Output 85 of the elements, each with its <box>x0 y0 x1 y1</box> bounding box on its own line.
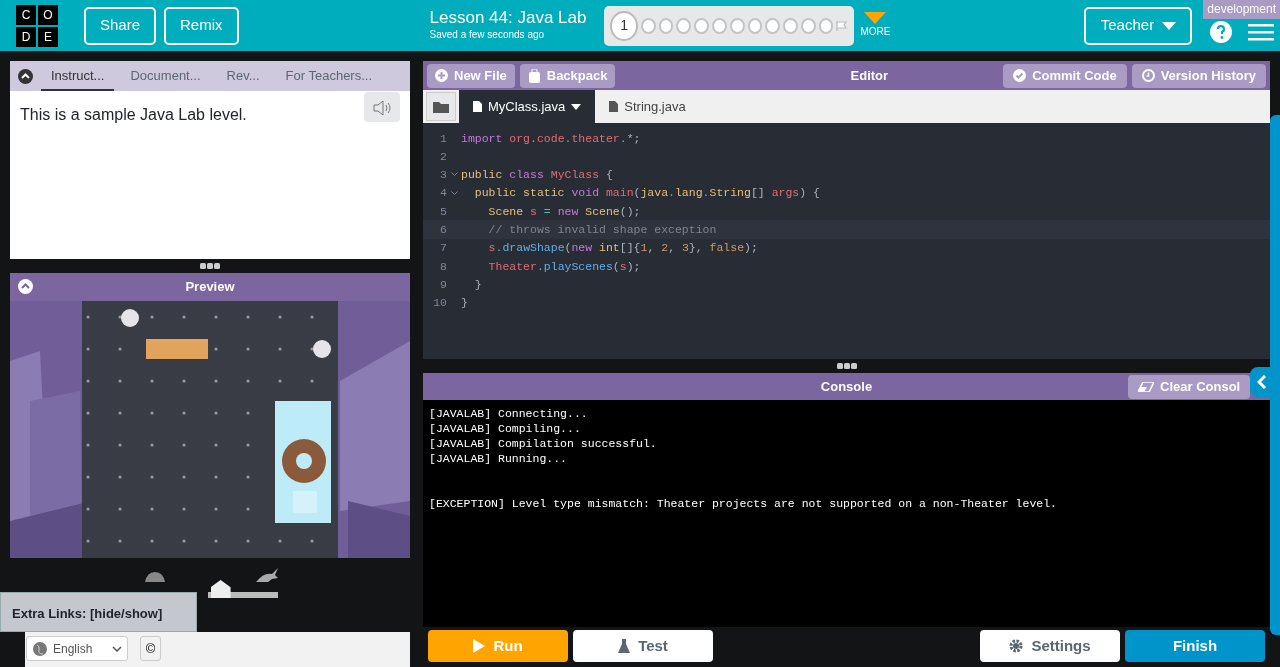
finish-button[interactable]: Finish <box>1125 630 1265 662</box>
line-number: 2 <box>439 148 447 165</box>
level-bubble[interactable] <box>800 17 816 34</box>
console-line: [JAVALAB] Compilation successful. <box>429 436 658 451</box>
level-bubble[interactable] <box>640 17 656 34</box>
instructions-text: This is a sample Java Lab level. <box>20 105 247 125</box>
scrollbar[interactable] <box>1270 115 1280 635</box>
chevron-icon <box>112 646 122 653</box>
line-number: 7 <box>439 240 447 257</box>
console-line: [JAVALAB] Connecting... <box>429 406 589 421</box>
line-number: 10 <box>432 295 447 312</box>
console-line: [EXCEPTION] Level type mismatch: Theater projects are not supported on a non-Theater level. <box>429 496 1058 511</box>
code-line[interactable]: public class MyClass { <box>461 166 613 184</box>
logo[interactable]: C O D E <box>16 4 58 47</box>
code-line[interactable]: public static void main(java.lang.String[] args) { <box>461 184 820 202</box>
level-bubble[interactable] <box>729 17 745 34</box>
hide-show-link[interactable]: [hide/show] <box>90 606 163 621</box>
line-number: 3 <box>439 167 447 184</box>
menu-icon[interactable] <box>1248 22 1275 41</box>
file-tab[interactable]: String.java <box>595 90 700 123</box>
file-icon <box>473 101 482 112</box>
folder-icon <box>433 101 449 114</box>
environment-badge: development <box>1203 0 1280 19</box>
instructions-tab[interactable]: Rev... <box>216 61 270 91</box>
fold-icon[interactable] <box>450 190 458 196</box>
code-line[interactable]: import org.code.theater.*; <box>461 129 641 147</box>
panel-title: Editor <box>849 66 890 85</box>
test-button[interactable]: Test <box>573 630 713 662</box>
file-icon <box>609 101 619 112</box>
caret-icon <box>864 12 887 24</box>
fold-icon[interactable] <box>450 172 458 178</box>
line-number: 1 <box>439 130 447 147</box>
level-bubble[interactable] <box>676 17 692 34</box>
speaker-button[interactable] <box>364 92 400 122</box>
settings-icon <box>1009 639 1024 653</box>
code-line[interactable]: Theater.playScenes(s); <box>461 257 641 275</box>
code-line[interactable]: } <box>461 294 468 312</box>
code-line[interactable]: // throws invalid shape exception <box>461 221 717 239</box>
line-number: 9 <box>439 276 447 293</box>
flag-icon <box>836 19 849 32</box>
line-number: 4 <box>439 185 447 202</box>
folder-button[interactable] <box>426 92 456 121</box>
line-number: 5 <box>439 203 447 220</box>
globe-icon <box>32 640 48 657</box>
resize-handle-icon[interactable] <box>836 363 857 369</box>
level-bubble[interactable] <box>694 17 709 34</box>
play-icon <box>473 639 486 653</box>
instructions-tab[interactable]: Document... <box>120 61 211 91</box>
instructions-tab[interactable]: For Teachers... <box>275 61 383 91</box>
line-number: 6 <box>439 222 447 238</box>
save-status: Saved a few seconds ago <box>429 28 546 43</box>
chevron-icon <box>1257 375 1267 389</box>
backpack-icon <box>527 68 541 83</box>
help-icon[interactable] <box>1210 20 1233 43</box>
level-bubble[interactable] <box>818 17 834 34</box>
caret-icon[interactable] <box>571 104 582 111</box>
panel-title: Preview <box>185 278 235 297</box>
settings-button[interactable]: Settings <box>980 630 1120 662</box>
copyright-button[interactable]: © <box>140 636 161 661</box>
code-line[interactable]: s.drawShape(new int[]{1, 2, 3}, false); <box>461 239 758 257</box>
console-line: [JAVALAB] Compiling... <box>429 421 582 436</box>
line-number: 8 <box>439 258 447 275</box>
resize-handle-icon[interactable] <box>200 263 220 269</box>
level-bubble[interactable] <box>783 17 798 34</box>
extra-links-label: Extra Links: <box>12 606 88 621</box>
file-tab[interactable]: MyClass.java <box>459 90 596 123</box>
speaker-icon <box>372 99 392 116</box>
clock-icon <box>1141 69 1155 82</box>
console-line: [JAVALAB] Running... <box>429 451 569 466</box>
plus-icon <box>435 68 448 83</box>
panel-title: Console <box>820 377 873 396</box>
level-bubble[interactable]: 1 <box>610 10 638 41</box>
check-icon <box>1013 69 1027 82</box>
language-select[interactable]: English <box>26 636 128 661</box>
level-bubble[interactable] <box>747 17 763 34</box>
code-line[interactable]: Scene s = new Scene(); <box>461 202 641 220</box>
level-bubble[interactable] <box>658 17 674 34</box>
caret-icon <box>1162 21 1177 30</box>
eraser-icon <box>1138 382 1154 392</box>
collapse-icon[interactable] <box>18 69 33 84</box>
flask-icon <box>618 639 631 653</box>
level-bubble[interactable] <box>711 17 727 34</box>
level-bubble[interactable] <box>765 17 781 34</box>
lesson-title: Lesson 44: Java Lab <box>429 8 587 28</box>
code-line[interactable]: } <box>461 275 482 294</box>
